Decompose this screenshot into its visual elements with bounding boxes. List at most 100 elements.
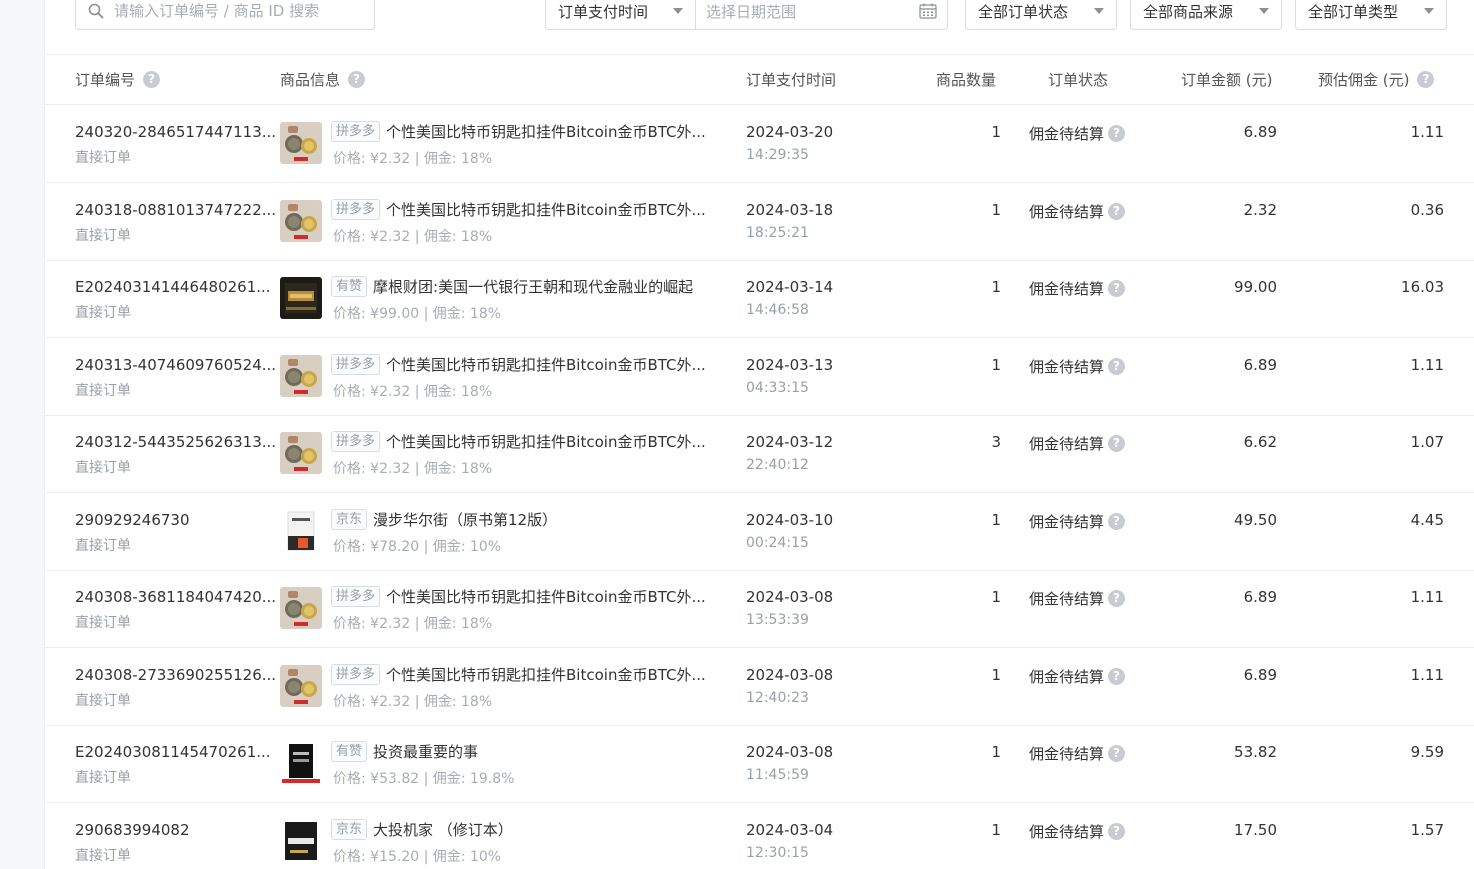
search-input[interactable] — [112, 1, 366, 21]
date-filter: 订单支付时间 选择日期范围 — [545, 0, 948, 30]
product-thumbnail[interactable] — [280, 432, 322, 474]
pay-time: 04:33:15 — [746, 379, 809, 396]
time-type-select[interactable]: 订单支付时间 — [546, 0, 696, 29]
table-header: 订单编号 ? 商品信息 ? 订单支付时间 商品数量 订单状态 订单金额 (元) … — [45, 54, 1474, 105]
help-icon[interactable]: ? — [143, 70, 161, 88]
time-type-label: 订单支付时间 — [558, 2, 649, 21]
order-status-label: 全部订单状态 — [978, 2, 1069, 21]
order-id[interactable]: 240312-5443525626313... — [75, 433, 276, 451]
source-badge: 京东 — [331, 818, 368, 840]
table-row[interactable]: 240313-4074609760524... 直接订单 拼多多 个性美国比特币… — [45, 338, 1474, 416]
product-thumbnail[interactable] — [280, 587, 322, 629]
product-title[interactable]: 拼多多 个性美国比特币钥匙扣挂件Bitcoin金币BTC外... — [331, 198, 706, 220]
product-price-commission: 价格: ¥53.82 | 佣金: 19.8% — [333, 771, 515, 787]
source-badge: 拼多多 — [331, 586, 381, 607]
help-icon[interactable]: ? — [1108, 280, 1126, 297]
order-type-select[interactable]: 全部订单类型 — [1295, 0, 1447, 30]
table-row[interactable]: 240308-2733690255126... 直接订单 拼多多 个性美国比特币… — [45, 648, 1474, 726]
order-status-select[interactable]: 全部订单状态 — [965, 0, 1117, 30]
product-title[interactable]: 拼多多 个性美国比特币钥匙扣挂件Bitcoin金币BTC外... — [331, 353, 706, 375]
product-title[interactable]: 拼多多 个性美国比特币钥匙扣挂件Bitcoin金币BTC外... — [331, 431, 706, 452]
table-row[interactable]: 240308-3681184047420... 直接订单 拼多多 个性美国比特币… — [45, 570, 1474, 648]
order-type: 直接订单 — [75, 847, 131, 864]
order-status-text: 佣金待结算 — [1029, 667, 1105, 686]
table-row[interactable]: 240312-5443525626313... 直接订单 拼多多 个性美国比特币… — [45, 415, 1474, 493]
order-amount: 17.50 — [1234, 820, 1277, 839]
order-id[interactable]: 290929246730 — [75, 511, 190, 529]
product-thumbnail[interactable] — [280, 819, 322, 862]
order-id[interactable]: E202403081145470261... — [75, 743, 271, 761]
product-thumbnail[interactable] — [280, 664, 322, 707]
pay-date: 2024-03-04 — [746, 820, 834, 839]
help-icon[interactable]: ? — [1108, 512, 1126, 530]
help-icon[interactable]: ? — [1108, 667, 1126, 685]
chevron-down-icon — [673, 8, 683, 14]
order-id[interactable]: 240313-4074609760524... — [75, 356, 276, 374]
col-amount: 订单金额 (元) — [1181, 54, 1272, 104]
product-thumbnail[interactable] — [280, 354, 322, 397]
pay-time: 14:29:35 — [746, 147, 809, 163]
pay-time: 00:24:15 — [746, 534, 809, 551]
order-amount: 6.89 — [1243, 588, 1277, 606]
order-status: 佣金待结算 ? — [1029, 356, 1126, 377]
table-row[interactable]: 240320-2846517447113... 直接订单 拼多多 个性美国比特币… — [45, 105, 1474, 183]
product-title[interactable]: 有赞 摩根财团:美国一代银行王朝和现代金融业的崛起 — [331, 276, 693, 297]
help-icon[interactable]: ? — [348, 70, 366, 88]
order-type: 直接订单 — [75, 770, 131, 786]
pay-date: 2024-03-08 — [746, 665, 834, 684]
pay-date: 2024-03-10 — [746, 510, 834, 529]
table-row[interactable]: 290683994082 直接订单 京东 大投机家 （修订本） 价格: ¥15.… — [45, 803, 1474, 869]
date-range-picker[interactable]: 选择日期范围 — [696, 0, 947, 29]
table-row[interactable]: E202403141446480261... 直接订单 有赞 摩根财团:美国一代… — [45, 260, 1474, 338]
table-row[interactable]: 240318-0881013747222... 直接订单 拼多多 个性美国比特币… — [45, 183, 1474, 261]
table-row[interactable]: E202403081145470261... 直接订单 有赞 投资最重要的事 价… — [45, 725, 1474, 803]
order-id[interactable]: 240308-3681184047420... — [75, 588, 276, 606]
help-icon[interactable]: ? — [1108, 745, 1126, 762]
table-row[interactable]: 290929246730 直接订单 京东 漫步华尔街（原书第12版） 价格: ¥… — [45, 493, 1474, 571]
help-icon[interactable]: ? — [1108, 435, 1126, 452]
pay-time: 12:40:23 — [746, 689, 809, 706]
product-source-label: 全部商品来源 — [1143, 2, 1234, 21]
quantity: 1 — [991, 200, 1001, 219]
product-title[interactable]: 拼多多 个性美国比特币钥匙扣挂件Bitcoin金币BTC外... — [331, 663, 706, 685]
product-thumbnail[interactable] — [280, 122, 322, 164]
date-range-placeholder: 选择日期范围 — [706, 2, 797, 21]
col-quantity-label: 商品数量 — [936, 70, 997, 89]
order-amount: 53.82 — [1234, 743, 1277, 761]
product-title[interactable]: 拼多多 个性美国比特币钥匙扣挂件Bitcoin金币BTC外... — [331, 121, 706, 142]
order-status-text: 佣金待结算 — [1029, 280, 1105, 298]
product-title[interactable]: 京东 大投机家 （修订本） — [331, 818, 513, 840]
product-thumbnail[interactable] — [280, 199, 322, 242]
order-status-text: 佣金待结算 — [1029, 435, 1105, 453]
order-status-text: 佣金待结算 — [1029, 125, 1105, 143]
order-type: 直接订单 — [75, 227, 131, 244]
order-id[interactable]: 240308-2733690255126... — [75, 666, 276, 684]
help-icon[interactable]: ? — [1108, 822, 1126, 840]
pay-time: 18:25:21 — [746, 224, 809, 241]
help-icon[interactable]: ? — [1108, 357, 1126, 375]
product-thumbnail[interactable] — [280, 509, 322, 552]
product-price-commission: 价格: ¥2.32 | 佣金: 18% — [333, 151, 493, 167]
order-id[interactable]: 240320-2846517447113... — [75, 123, 276, 141]
order-id[interactable]: 290683994082 — [75, 821, 190, 839]
help-icon[interactable]: ? — [1108, 202, 1126, 220]
col-commission: 预估佣金 (元) ? — [1318, 54, 1435, 104]
product-title-text: 漫步华尔街（原书第12版） — [373, 510, 558, 529]
product-thumbnail[interactable] — [280, 277, 322, 319]
help-icon[interactable]: ? — [1417, 70, 1435, 88]
product-source-select[interactable]: 全部商品来源 — [1130, 0, 1282, 30]
order-id[interactable]: E202403141446480261... — [75, 278, 271, 296]
order-status-text: 佣金待结算 — [1029, 357, 1105, 376]
quantity: 1 — [991, 355, 1001, 374]
search-box[interactable] — [75, 0, 375, 30]
order-id[interactable]: 240318-0881013747222... — [75, 201, 276, 219]
product-title[interactable]: 有赞 投资最重要的事 — [331, 741, 478, 762]
help-icon[interactable]: ? — [1108, 590, 1126, 607]
product-title[interactable]: 拼多多 个性美国比特币钥匙扣挂件Bitcoin金币BTC外... — [331, 586, 706, 607]
quantity: 1 — [991, 820, 1001, 839]
product-thumbnail[interactable] — [280, 742, 322, 784]
help-icon[interactable]: ? — [1108, 125, 1126, 142]
product-title[interactable]: 京东 漫步华尔街（原书第12版） — [331, 508, 558, 530]
order-status-text: 佣金待结算 — [1029, 202, 1105, 221]
product-price-commission: 价格: ¥2.32 | 佣金: 18% — [333, 461, 493, 477]
